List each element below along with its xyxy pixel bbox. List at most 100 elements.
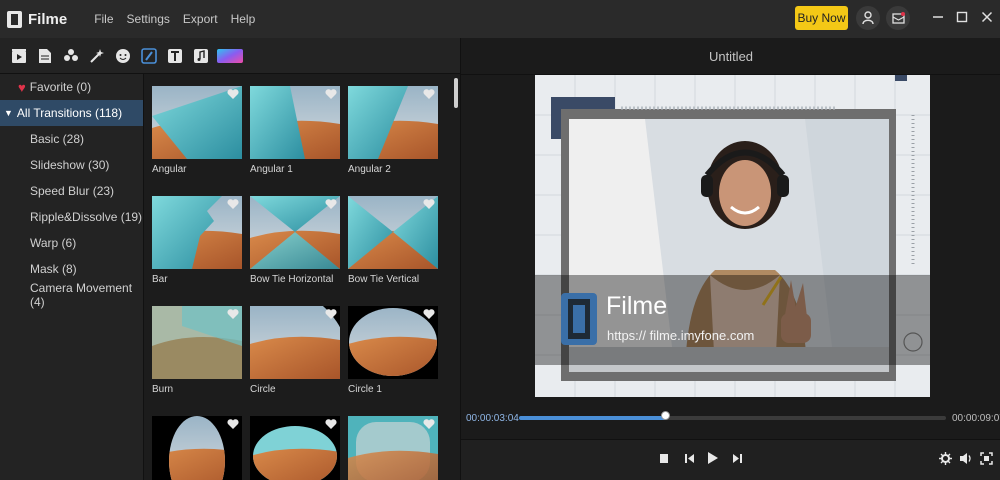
video-preview[interactable]: Filme https:// filme.imyfone.com: [535, 75, 930, 397]
category-warp[interactable]: Warp (6): [0, 230, 143, 256]
transition-item-angular-1[interactable]: Angular 1: [250, 86, 342, 175]
transition-thumbnail: [348, 306, 438, 379]
music-icon: [194, 48, 208, 63]
effects-tab[interactable]: [87, 46, 107, 66]
caret-down-icon[interactable]: ▼: [4, 108, 13, 118]
transition-item-angular-2[interactable]: Angular 2: [348, 86, 440, 175]
category-mask[interactable]: Mask (8): [0, 256, 143, 282]
heart-icon[interactable]: [227, 308, 239, 320]
text-tab[interactable]: [165, 46, 185, 66]
heart-icon[interactable]: [325, 88, 337, 100]
transition-item-bar[interactable]: Bar: [152, 196, 244, 285]
transition-label: Bow Tie Horizontal: [250, 274, 334, 285]
settings-button[interactable]: [937, 450, 953, 466]
transition-thumbnail: [152, 306, 242, 379]
close-button[interactable]: [980, 9, 994, 27]
minimize-button[interactable]: [931, 9, 945, 27]
scrollbar[interactable]: [454, 78, 458, 108]
heart-icon[interactable]: [325, 308, 337, 320]
music-tab[interactable]: [191, 46, 211, 66]
transition-item-circle[interactable]: Circle: [250, 306, 342, 395]
category-camera-movement[interactable]: Camera Movement (4): [0, 281, 143, 309]
fullscreen-button[interactable]: [978, 450, 994, 466]
transition-label: Circle 1: [348, 384, 382, 395]
play-icon: [708, 452, 718, 464]
transition-label: Bar: [152, 274, 168, 285]
heart-icon[interactable]: [325, 198, 337, 210]
transition-thumbnail: [250, 306, 340, 379]
document-tab[interactable]: [35, 46, 55, 66]
menu-help[interactable]: Help: [231, 12, 256, 26]
buy-now-button[interactable]: Buy Now: [795, 6, 848, 30]
heart-icon[interactable]: [423, 198, 435, 210]
transition-thumbnail: [152, 196, 242, 269]
mail-icon: [891, 11, 905, 24]
minimize-icon: [933, 16, 943, 18]
total-time: 00:00:09:07: [952, 413, 1000, 424]
transition-label: Angular 2: [348, 164, 391, 175]
progress-track[interactable]: [519, 416, 946, 420]
title-bar: Filme File Settings Export Help Buy Now: [0, 0, 1000, 38]
transition-thumbnail: [152, 416, 242, 480]
media-icon: [12, 48, 26, 63]
transition-thumbnail: [250, 196, 340, 269]
close-icon: [981, 11, 993, 23]
category-basic[interactable]: Basic (28): [0, 126, 143, 152]
transition-tab[interactable]: [139, 46, 159, 66]
progress-fill: [519, 416, 667, 420]
category-slideshow[interactable]: Slideshow (30): [0, 152, 143, 178]
stop-icon: [660, 453, 668, 463]
transition-item[interactable]: [152, 416, 244, 480]
category-favorite[interactable]: ♥ Favorite (0): [0, 74, 143, 100]
document-icon: [39, 48, 51, 63]
menu-settings[interactable]: Settings: [127, 12, 170, 26]
next-frame-button[interactable]: [729, 450, 745, 466]
prev-frame-button[interactable]: [681, 450, 697, 466]
transition-item[interactable]: [250, 416, 342, 480]
volume-button[interactable]: [958, 450, 974, 466]
media-tab[interactable]: [9, 46, 29, 66]
transition-thumbnail: [348, 416, 438, 480]
messages-button[interactable]: [886, 6, 910, 30]
face-tab[interactable]: [113, 46, 133, 66]
filter-icon: [217, 48, 243, 63]
heart-icon[interactable]: [227, 418, 239, 430]
category-ripple-dissolve[interactable]: Ripple&Dissolve (19): [0, 204, 143, 230]
stop-button[interactable]: [656, 450, 672, 466]
transition-item-angular[interactable]: Angular: [152, 86, 244, 175]
transition-item-bow-tie-horizontal[interactable]: Bow Tie Horizontal: [250, 196, 342, 285]
preview-frame: [535, 75, 930, 397]
heart-icon[interactable]: [325, 418, 337, 430]
face-icon: [116, 48, 130, 63]
transition-thumbnail: [250, 86, 340, 159]
menu-bar: File Settings Export Help: [94, 12, 268, 26]
people-tab[interactable]: [61, 46, 81, 66]
people-icon: [64, 48, 78, 61]
account-button[interactable]: [856, 6, 880, 30]
settings-icon: [938, 451, 952, 465]
menu-export[interactable]: Export: [183, 12, 218, 26]
heart-icon[interactable]: [423, 308, 435, 320]
heart-icon[interactable]: [227, 88, 239, 100]
category-label: All Transitions (118): [16, 106, 123, 120]
app-window: Filme File Settings Export Help Buy Now: [0, 0, 1000, 480]
filter-tab[interactable]: [217, 46, 243, 66]
transition-thumbnail: [348, 86, 438, 159]
maximize-button[interactable]: [955, 9, 969, 27]
transition-item-circle-1[interactable]: Circle 1: [348, 306, 440, 395]
menu-file[interactable]: File: [94, 12, 113, 26]
app-name: Filme: [28, 10, 68, 28]
category-label: Favorite (0): [29, 80, 92, 94]
category-speed-blur[interactable]: Speed Blur (23): [0, 178, 143, 204]
transition-item-burn[interactable]: Burn: [152, 306, 244, 395]
transition-item[interactable]: [348, 416, 440, 480]
player-controls: [461, 439, 1000, 480]
category-all-transitions[interactable]: ▼ All Transitions (118): [0, 100, 143, 126]
heart-icon[interactable]: [423, 88, 435, 100]
play-button[interactable]: [705, 450, 721, 466]
library-toolbar: [0, 38, 460, 74]
transition-item-bow-tie-vertical[interactable]: Bow Tie Vertical: [348, 196, 440, 285]
transition-thumbnail: [152, 86, 242, 159]
heart-icon[interactable]: [227, 198, 239, 210]
heart-icon[interactable]: [423, 418, 435, 430]
